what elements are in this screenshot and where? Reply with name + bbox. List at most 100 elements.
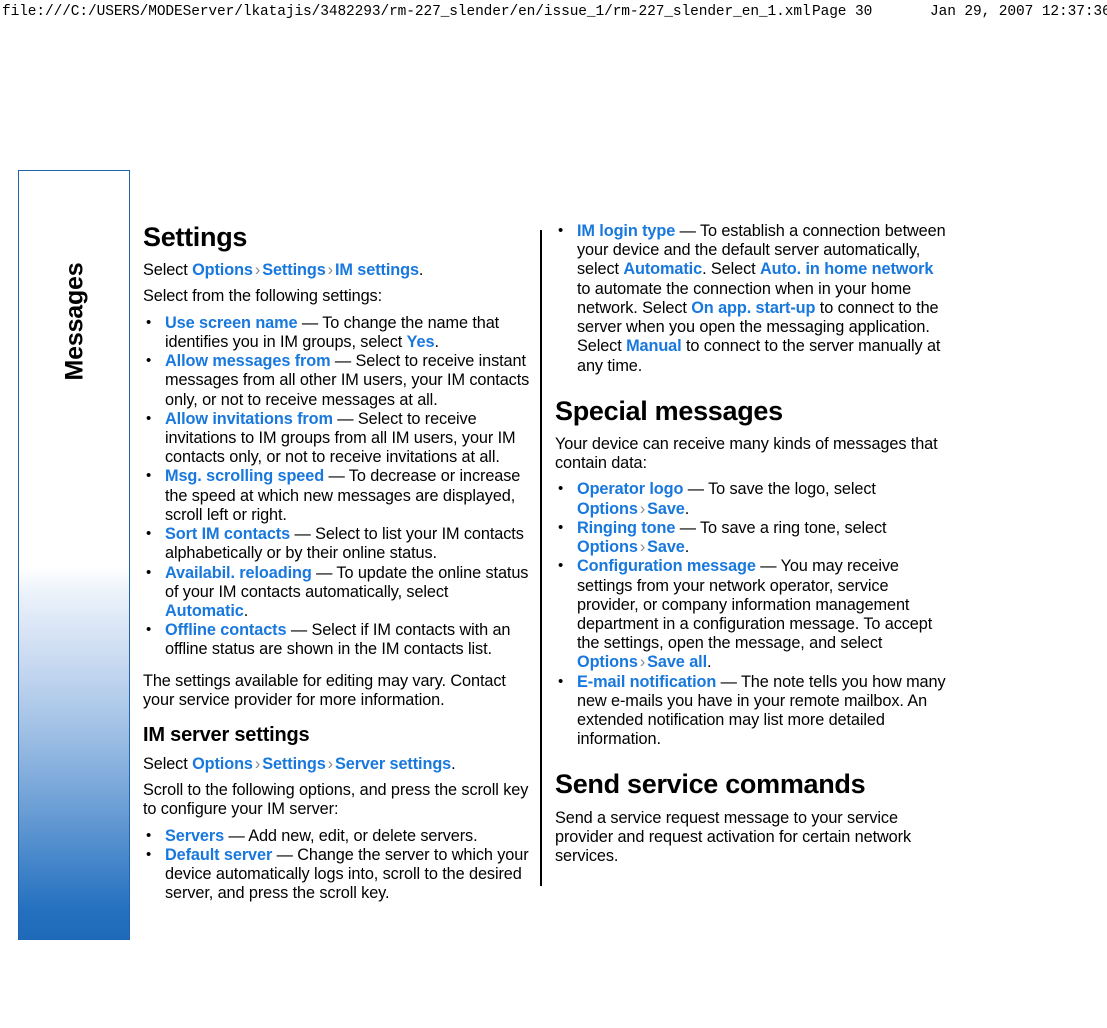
setting-term: Offline contacts — [165, 621, 287, 640]
left-intro: Select from the following settings: — [143, 287, 383, 306]
setting-value: Yes — [406, 332, 435, 351]
list-item: Ringing tone — To save a ring tone, sele… — [555, 519, 947, 557]
setting-value-auto-home-network: Auto. in home network — [759, 260, 934, 279]
menu-save: Save — [647, 499, 685, 518]
menu-save-all: Save all — [647, 653, 707, 672]
chevron-right-icon: › — [254, 261, 261, 280]
list-item: Availabil. reloading — To update the onl… — [143, 564, 535, 622]
setting-desc: . Select — [702, 260, 760, 279]
setting-desc: Add new, edit, or delete servers. — [248, 826, 478, 845]
setting-term: Msg. scrolling speed — [165, 467, 325, 486]
select-path-line-2: Select Options › Settings › Server settings. — [143, 755, 535, 774]
setting-term: Allow messages from — [165, 352, 331, 371]
select-path-line: Select Options › Settings › IM settings. — [143, 261, 535, 280]
print-header: file:///C:/USERS/MODEServer/lkatajis/348… — [0, 0, 1107, 24]
period: . — [451, 755, 456, 774]
left-column: Settings Select Options › Settings › IM sett… — [143, 222, 535, 911]
list-item: Sort IM contacts — Select to list your I… — [143, 525, 535, 563]
list-item: Msg. scrolling speed — To decrease or in… — [143, 467, 535, 525]
setting-desc-end: . — [434, 332, 439, 351]
chevron-right-icon: › — [327, 755, 333, 774]
settings-bullet-list: Use screen name — To change the name tha… — [143, 314, 535, 660]
list-item: Configuration message — You may receive … — [555, 557, 947, 672]
period: . — [684, 499, 690, 518]
chapter-tab: Messages 30 — [18, 170, 131, 1027]
setting-desc: To save the logo, select — [708, 480, 876, 499]
page-number: 30 — [83, 997, 113, 1027]
setting-term: Sort IM contacts — [165, 525, 291, 544]
list-item: Default server — Change the server to wh… — [143, 846, 535, 904]
page-content: Settings Select Options › Settings › IM sett… — [143, 222, 948, 902]
setting-term: Operator logo — [577, 480, 684, 499]
menu-options: Options — [577, 499, 638, 518]
list-item: IM login type — To establish a connectio… — [555, 222, 947, 376]
list-item: Allow invitations from — Select to recei… — [143, 410, 535, 468]
list-item: Offline contacts — Select if IM contacts… — [143, 621, 535, 659]
setting-desc-end: . — [243, 601, 249, 620]
settings-note: The settings available for editing may v… — [143, 671, 506, 709]
em-dash: — — [311, 563, 337, 582]
right-intro: Your device can receive many kinds of me… — [555, 434, 938, 473]
em-dash: — — [675, 518, 701, 537]
section-heading-send-service-commands: Send service commands — [555, 769, 866, 800]
em-dash: — — [272, 845, 298, 864]
em-dash: — — [324, 467, 349, 486]
em-dash: — — [297, 313, 323, 332]
em-dash: — — [330, 352, 356, 371]
right-column: IM login type — To establish a connectio… — [555, 222, 947, 873]
menu-options: Options — [192, 261, 253, 280]
chevron-right-icon: › — [639, 538, 646, 557]
setting-term: E-mail notification — [577, 672, 717, 691]
page-title: Settings — [143, 222, 248, 252]
setting-value-manual: Manual — [626, 337, 682, 356]
menu-options: Options — [577, 653, 638, 672]
setting-term: Availabil. reloading — [165, 563, 312, 582]
print-header-date: Jan 29, 2007 12:37:36 PM — [930, 4, 1107, 20]
print-header-url: file:///C:/USERS/MODEServer/lkatajis/348… — [2, 4, 811, 20]
chevron-right-icon: › — [639, 653, 646, 672]
em-dash: — — [290, 525, 316, 544]
setting-term: Use screen name — [165, 313, 298, 332]
special-messages-bullet-list: Operator logo — To save the logo, select… — [555, 480, 947, 749]
menu-settings: Settings — [262, 261, 326, 280]
em-dash: — — [716, 672, 741, 691]
menu-im-settings: IM settings — [334, 261, 419, 280]
setting-value-automatic: Automatic — [623, 260, 703, 279]
menu-options: Options — [192, 755, 253, 774]
em-dash: — — [286, 621, 312, 640]
setting-value-on-app-startup: On app. start-up — [691, 298, 816, 317]
em-dash: — — [675, 222, 700, 240]
em-dash: — — [332, 409, 358, 428]
setting-term: Ringing tone — [577, 518, 676, 537]
chapter-tab-label-text: Messages — [60, 262, 89, 380]
setting-term: Default server — [165, 845, 273, 864]
setting-value: Automatic — [165, 601, 244, 620]
menu-save: Save — [647, 538, 685, 557]
list-item: Allow messages from — Select to receive … — [143, 352, 535, 410]
section-heading-special-messages: Special messages — [555, 395, 783, 426]
section-heading-im-server-settings: IM server settings — [143, 724, 310, 747]
period: . — [418, 261, 424, 280]
select-label: Select — [143, 755, 193, 774]
list-item: Use screen name — To change the name tha… — [143, 314, 535, 352]
column-divider — [540, 230, 542, 886]
chevron-right-icon: › — [639, 499, 646, 518]
menu-server-settings: Server settings — [334, 755, 452, 774]
list-item: E-mail notification — The note tells you… — [555, 673, 947, 750]
setting-term: Configuration message — [577, 557, 756, 576]
select-label: Select — [143, 261, 193, 280]
list-item: Servers — Add new, edit, or delete serve… — [143, 827, 535, 846]
chevron-right-icon: › — [254, 755, 261, 774]
send-service-commands-body: Send a service request message to your s… — [555, 808, 911, 866]
setting-term: Allow invitations from — [165, 409, 333, 428]
menu-options: Options — [577, 538, 638, 557]
server-settings-bullet-list: Servers — Add new, edit, or delete serve… — [143, 827, 535, 904]
print-header-page: Page 30 — [812, 4, 873, 20]
chapter-tab-label: Messages — [19, 171, 131, 471]
chevron-right-icon: › — [327, 261, 333, 280]
menu-settings: Settings — [262, 755, 326, 774]
login-type-bullet-list: IM login type — To establish a connectio… — [555, 222, 947, 376]
setting-term: Servers — [165, 826, 225, 845]
